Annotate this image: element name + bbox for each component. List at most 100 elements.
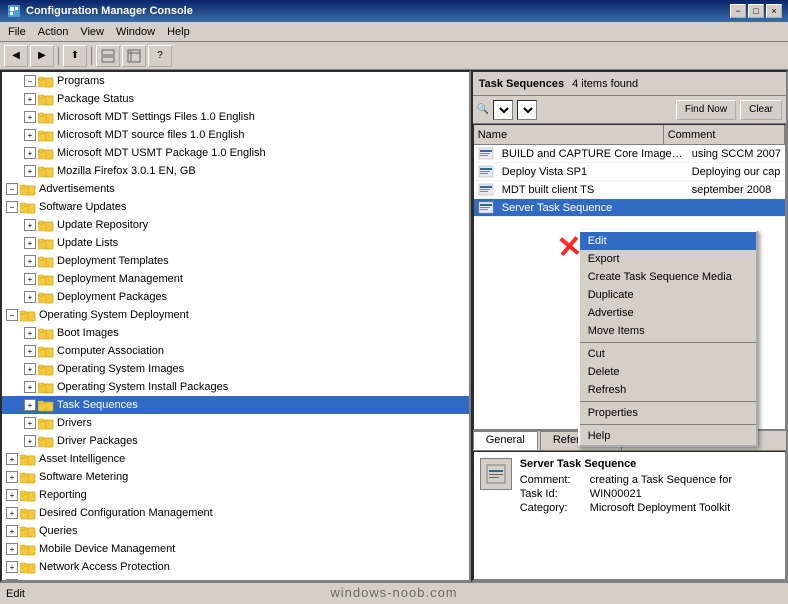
context-menu-item[interactable]: Properties	[580, 404, 756, 422]
back-button[interactable]: ◀	[4, 45, 28, 67]
expand-icon[interactable]: +	[24, 111, 36, 123]
filter-select-2[interactable]: O	[517, 100, 537, 120]
tree-item[interactable]: + Computer Association	[2, 342, 469, 360]
maximize-button[interactable]: □	[748, 4, 764, 18]
col-header-comment[interactable]: Comment	[664, 125, 785, 144]
expand-icon[interactable]: +	[24, 327, 36, 339]
context-menu-item[interactable]: Duplicate	[580, 286, 756, 304]
context-menu-item[interactable]: Create Task Sequence Media	[580, 268, 756, 286]
menu-view[interactable]: View	[74, 24, 110, 40]
context-menu-item[interactable]: Delete	[580, 363, 756, 381]
expand-icon[interactable]: +	[24, 363, 36, 375]
col-header-name[interactable]: Name	[474, 125, 664, 144]
tree-item[interactable]: + Operating System Install Packages	[2, 378, 469, 396]
tree-item[interactable]: + Deployment Management	[2, 270, 469, 288]
tree-item[interactable]: + Task Sequences	[2, 396, 469, 414]
tree-item-label: Asset Intelligence	[39, 453, 125, 465]
tree-item[interactable]: + Microsoft MDT USMT Package 1.0 English	[2, 144, 469, 162]
list-row[interactable]: Server Task Sequence	[474, 199, 785, 217]
tree-item[interactable]: − Programs	[2, 72, 469, 90]
tree-item[interactable]: + Update Repository	[2, 216, 469, 234]
expand-icon[interactable]: −	[6, 309, 18, 321]
expand-icon[interactable]: +	[24, 345, 36, 357]
tree-item[interactable]: − Software Updates	[2, 198, 469, 216]
expand-icon[interactable]: +	[24, 165, 36, 177]
tree-item[interactable]: − Operating System Deployment	[2, 306, 469, 324]
tree-item[interactable]: + Reporting	[2, 486, 469, 504]
menu-window[interactable]: Window	[110, 24, 161, 40]
tree-item[interactable]: + Update Lists	[2, 234, 469, 252]
window-controls[interactable]: − □ ×	[730, 4, 782, 18]
context-menu-item[interactable]: Export	[580, 250, 756, 268]
expand-icon[interactable]: +	[24, 147, 36, 159]
tree-item[interactable]: + Operating System Images	[2, 360, 469, 378]
tree-item[interactable]: + Asset Intelligence	[2, 450, 469, 468]
up-button[interactable]: ⬆	[63, 45, 87, 67]
tree-item[interactable]: + Mozilla Firefox 3.0.1 EN, GB	[2, 162, 469, 180]
expand-icon[interactable]: +	[24, 399, 36, 411]
tree-item[interactable]: − Advertisements	[2, 180, 469, 198]
context-menu-item[interactable]: Refresh	[580, 381, 756, 399]
expand-icon[interactable]: +	[24, 219, 36, 231]
help-button[interactable]: ?	[148, 45, 172, 67]
expand-icon[interactable]: +	[24, 381, 36, 393]
menu-file[interactable]: File	[2, 24, 32, 40]
tree-item[interactable]: + Software Metering	[2, 468, 469, 486]
tree-item[interactable]: + Queries	[2, 522, 469, 540]
close-button[interactable]: ×	[766, 4, 782, 18]
menu-action[interactable]: Action	[32, 24, 75, 40]
list-row[interactable]: MDT built client TSseptember 2008	[474, 181, 785, 199]
find-now-button[interactable]: Find Now	[676, 100, 736, 120]
expand-icon[interactable]: +	[24, 255, 36, 267]
forward-button[interactable]: ▶	[30, 45, 54, 67]
expand-icon[interactable]: +	[24, 237, 36, 249]
tree-item[interactable]: + Mobile Device Management	[2, 540, 469, 558]
minimize-button[interactable]: −	[730, 4, 746, 18]
context-menu-item[interactable]: Help	[580, 427, 756, 445]
filter-select-1[interactable]: L	[493, 100, 513, 120]
tree-scroll[interactable]: − Programs+ Package Status+ Microsoft MD…	[2, 72, 469, 580]
expand-icon[interactable]: +	[6, 543, 18, 555]
toolbar-separator-1	[58, 47, 59, 65]
console-button[interactable]	[122, 45, 146, 67]
list-row[interactable]: BUILD and CAPTURE Core Image ...using SC…	[474, 145, 785, 163]
tree-item[interactable]: + Boot Images	[2, 324, 469, 342]
tree-item[interactable]: + Driver Packages	[2, 432, 469, 450]
context-menu-item[interactable]: Advertise	[580, 304, 756, 322]
expand-icon[interactable]: +	[6, 579, 18, 580]
context-menu-item[interactable]: Cut	[580, 345, 756, 363]
expand-icon[interactable]: −	[6, 183, 18, 195]
expand-icon[interactable]: +	[6, 489, 18, 501]
expand-icon[interactable]: +	[6, 525, 18, 537]
list-row[interactable]: Deploy Vista SP1Deploying our cap	[474, 163, 785, 181]
tree-item[interactable]: + Package Status	[2, 90, 469, 108]
tree-item[interactable]: + Drivers	[2, 414, 469, 432]
expand-icon[interactable]: +	[6, 507, 18, 519]
expand-icon[interactable]: +	[6, 561, 18, 573]
tree-item[interactable]: + Desired Configuration Management	[2, 504, 469, 522]
tab-general[interactable]: General	[473, 431, 538, 450]
bottom-panel: General References Server Task Sequenc	[473, 430, 786, 580]
expand-icon[interactable]: +	[24, 291, 36, 303]
expand-icon[interactable]: +	[24, 435, 36, 447]
tree-item[interactable]: + Deployment Templates	[2, 252, 469, 270]
clear-button[interactable]: Clear	[740, 100, 782, 120]
folder-icon	[38, 255, 57, 268]
tree-item[interactable]: + Network Access Protection	[2, 558, 469, 576]
show-hide-button[interactable]	[96, 45, 120, 67]
expand-icon[interactable]: −	[24, 75, 36, 87]
context-menu-item[interactable]: Edit	[580, 232, 756, 250]
tree-item[interactable]: + Microsoft MDT source files 1.0 English	[2, 126, 469, 144]
tree-item[interactable]: + Microsoft MDT Settings Files 1.0 Engli…	[2, 108, 469, 126]
menu-help[interactable]: Help	[161, 24, 196, 40]
tree-item[interactable]: + System Status	[2, 576, 469, 580]
expand-icon[interactable]: +	[24, 129, 36, 141]
expand-icon[interactable]: +	[6, 471, 18, 483]
expand-icon[interactable]: +	[6, 453, 18, 465]
context-menu-item[interactable]: Move Items	[580, 322, 756, 340]
expand-icon[interactable]: −	[6, 201, 18, 213]
tree-item[interactable]: + Deployment Packages	[2, 288, 469, 306]
expand-icon[interactable]: +	[24, 93, 36, 105]
expand-icon[interactable]: +	[24, 417, 36, 429]
expand-icon[interactable]: +	[24, 273, 36, 285]
